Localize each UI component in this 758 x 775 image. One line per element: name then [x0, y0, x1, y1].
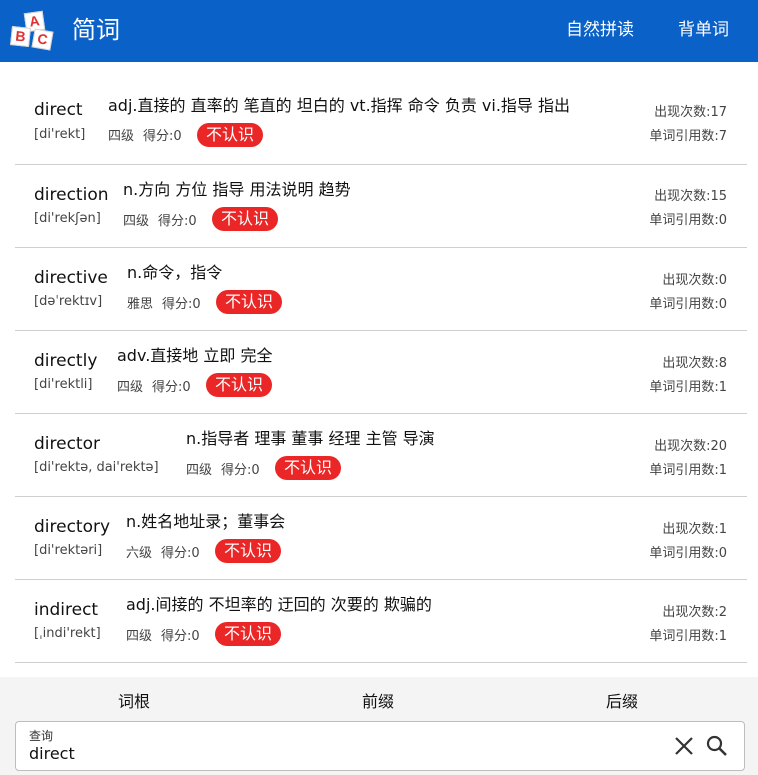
list-item[interactable]: directly [di'rektli] adv.直接地 立即 完全 四级 得分…: [15, 331, 747, 414]
definition-text: adj.间接的 不坦率的 迂回的 次要的 欺骗的: [126, 595, 432, 614]
nav-memorize-words-link[interactable]: 背单词: [678, 18, 729, 42]
occurrence-count: 出现次数:1: [662, 522, 727, 537]
list-item[interactable]: directory [di'rektəri] n.姓名地址录；董事会 六级 得分…: [15, 497, 747, 580]
score-text: 得分:0: [162, 297, 201, 312]
nav-phonics-link[interactable]: 自然拼读: [566, 18, 634, 42]
definition-text: n.姓名地址录；董事会: [126, 512, 286, 531]
score-text: 得分:0: [158, 214, 197, 229]
level-tag: 雅思: [127, 297, 154, 312]
tab-root[interactable]: 词根: [118, 688, 150, 712]
word-text: direct: [34, 100, 83, 120]
list-item[interactable]: directive [dəˈrektɪv] n.命令，指令 雅思 得分:0 不认…: [15, 248, 747, 331]
definition-text: adv.直接地 立即 完全: [117, 346, 273, 365]
citation-count: 单词引用数:1: [649, 380, 727, 395]
unknown-status-badge[interactable]: 不认识: [216, 290, 283, 314]
unknown-status-badge[interactable]: 不认识: [212, 207, 279, 231]
occurrence-count: 出现次数:0: [662, 273, 727, 288]
unknown-status-badge[interactable]: 不认识: [197, 123, 264, 147]
phonetic-text: [di'rekt]: [34, 127, 86, 142]
list-item[interactable]: director [di'rektə, dai'rektə] n.指导者 理事 …: [15, 414, 747, 497]
phonetic-text: [di'rektli]: [34, 377, 93, 392]
tab-suffix[interactable]: 后缀: [606, 688, 638, 712]
search-label: 查询: [29, 729, 54, 743]
app-title: 简词: [72, 16, 120, 44]
phonetic-text: [di'rektəri]: [34, 543, 103, 558]
occurrence-count: 出现次数:8: [662, 356, 727, 371]
word-text: direction: [34, 185, 109, 205]
definition-text: n.命令，指令: [127, 263, 223, 282]
unknown-status-badge[interactable]: 不认识: [275, 456, 342, 480]
list-item[interactable]: direction [di'rekʃən] n.方向 方位 指导 用法说明 趋势…: [15, 165, 747, 248]
unknown-status-badge[interactable]: 不认识: [215, 622, 282, 646]
level-tag: 四级: [108, 129, 135, 144]
logo-letter-b: B: [10, 26, 31, 47]
citation-count: 单词引用数:0: [649, 297, 727, 312]
unknown-status-badge[interactable]: 不认识: [215, 539, 282, 563]
search-icon[interactable]: [705, 734, 729, 758]
list-item[interactable]: indirect [ˌindi'rekt] adj.间接的 不坦率的 迂回的 次…: [15, 580, 747, 663]
score-text: 得分:0: [161, 629, 200, 644]
word-text: directory: [34, 517, 111, 537]
tab-prefix[interactable]: 前缀: [362, 688, 394, 712]
logo-abc-blocks-icon: A B C: [8, 10, 60, 51]
citation-count: 单词引用数:1: [649, 463, 727, 478]
word-text: indirect: [34, 600, 99, 620]
score-text: 得分:0: [143, 129, 182, 144]
level-tag: 四级: [117, 380, 144, 395]
score-text: 得分:0: [161, 546, 200, 561]
word-text: directive: [34, 268, 108, 288]
word-list: direct [di'rekt] adj.直接的 直率的 笔直的 坦白的 vt.…: [15, 82, 747, 663]
definition-text: n.方向 方位 指导 用法说明 趋势: [123, 180, 351, 199]
citation-count: 单词引用数:0: [649, 213, 727, 228]
level-tag: 四级: [123, 214, 150, 229]
word-text: directly: [34, 351, 98, 371]
logo-letter-c: C: [31, 28, 54, 51]
app-header: A B C 简词 自然拼读 背单词: [0, 0, 758, 62]
score-text: 得分:0: [221, 463, 260, 478]
citation-count: 单词引用数:0: [649, 546, 727, 561]
phonetic-text: [ˌindi'rekt]: [34, 626, 101, 641]
phonetic-text: [di'rektə, dai'rektə]: [34, 460, 159, 475]
level-tag: 四级: [126, 629, 153, 644]
citation-count: 单词引用数:1: [649, 629, 727, 644]
unknown-status-badge[interactable]: 不认识: [206, 373, 273, 397]
bottom-panel: 词根 前缀 后缀 查询: [0, 677, 758, 775]
occurrence-count: 出现次数:17: [654, 105, 727, 120]
list-item[interactable]: direct [di'rekt] adj.直接的 直率的 笔直的 坦白的 vt.…: [15, 82, 747, 165]
level-tag: 四级: [186, 463, 213, 478]
search-input[interactable]: [29, 744, 629, 763]
citation-count: 单词引用数:7: [649, 129, 727, 144]
search-box: 查询: [15, 721, 745, 771]
phonetic-text: [di'rekʃən]: [34, 211, 101, 226]
occurrence-count: 出现次数:20: [654, 439, 727, 454]
clear-icon[interactable]: [672, 734, 696, 758]
definition-text: n.指导者 理事 董事 经理 主管 导演: [186, 429, 435, 448]
occurrence-count: 出现次数:2: [662, 605, 727, 620]
definition-text: adj.直接的 直率的 笔直的 坦白的 vt.指挥 命令 负责 vi.指导 指出: [108, 96, 571, 115]
occurrence-count: 出现次数:15: [654, 189, 727, 204]
level-tag: 六级: [126, 546, 153, 561]
phonetic-text: [dəˈrektɪv]: [34, 294, 103, 309]
score-text: 得分:0: [152, 380, 191, 395]
word-text: director: [34, 434, 100, 454]
